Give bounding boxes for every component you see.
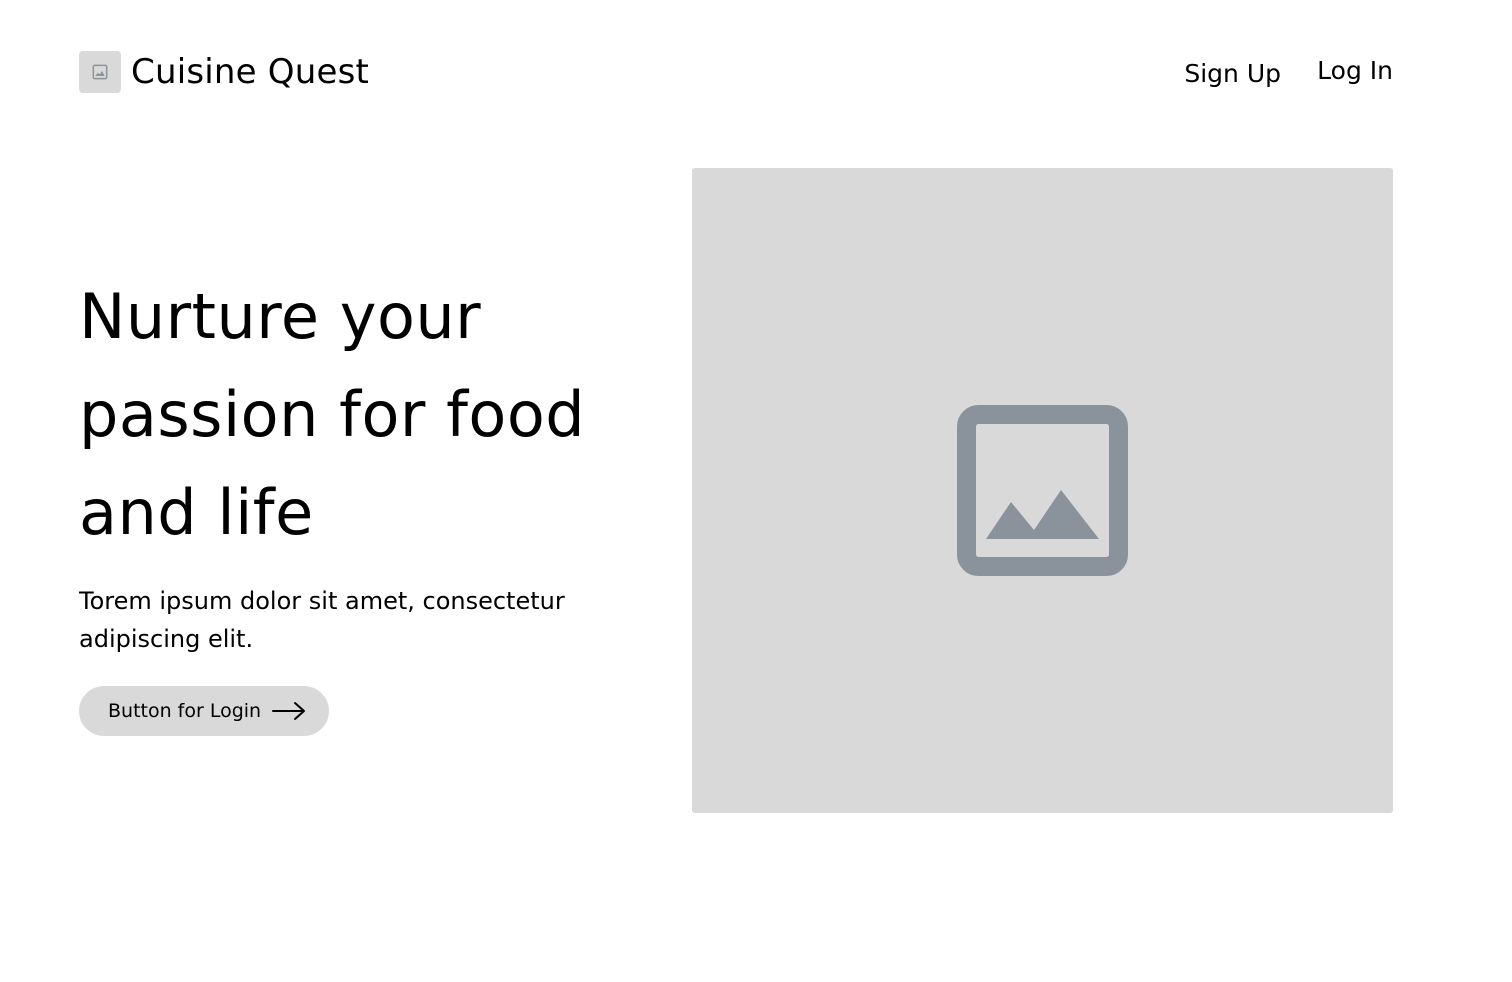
brand-name: Cuisine Quest xyxy=(131,52,370,92)
image-placeholder-icon xyxy=(92,64,108,80)
hero-description: Torem ipsum dolor sit amet, consectetur … xyxy=(79,587,565,653)
hero-image-placeholder xyxy=(692,168,1393,813)
login-button[interactable]: Button for Login xyxy=(79,686,329,736)
hero-title: Nurture your passion for food and life xyxy=(79,280,586,549)
log-in-link[interactable]: Log In xyxy=(1317,56,1393,86)
landing-page: Cuisine Quest Sign Up Log In Nurture you… xyxy=(0,0,1512,982)
arrow-right-icon xyxy=(272,701,306,721)
logo-image-placeholder xyxy=(79,51,121,93)
site-header: Cuisine Quest Sign Up Log In xyxy=(79,51,1393,93)
brand-logo-link[interactable]: Cuisine Quest xyxy=(79,51,369,93)
sign-up-link[interactable]: Sign Up xyxy=(1184,59,1281,89)
image-placeholder-icon xyxy=(957,405,1128,576)
login-button-label: Button for Login xyxy=(108,700,262,722)
